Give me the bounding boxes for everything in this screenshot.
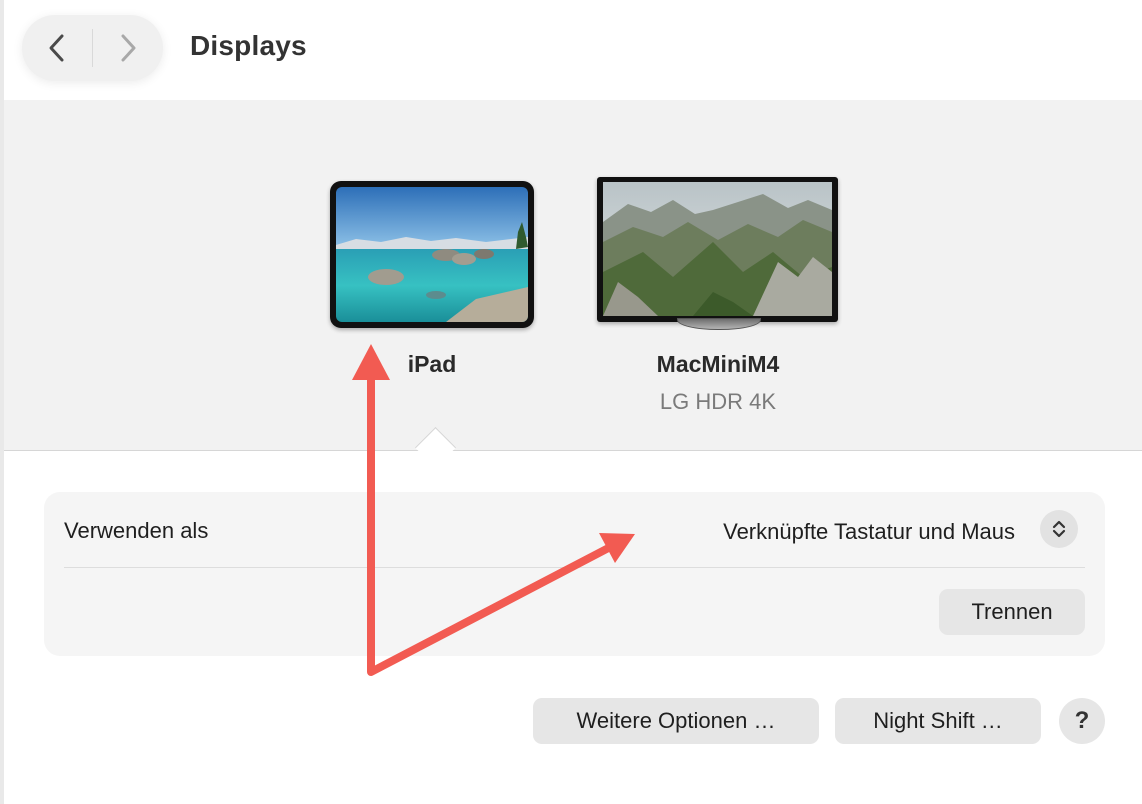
night-shift-button[interactable]: Night Shift … [835, 698, 1041, 744]
use-as-popup-button[interactable] [1040, 510, 1078, 548]
display-settings-card: Verwenden als Verknüpfte Tastatur und Ma… [44, 492, 1105, 656]
display-arrangement-panel [4, 100, 1142, 469]
display-ipad-thumbnail[interactable] [330, 181, 534, 328]
more-options-button[interactable]: Weitere Optionen … [533, 698, 819, 744]
row-divider [64, 567, 1085, 568]
chevron-right-icon [121, 34, 136, 62]
selection-notch [414, 426, 457, 469]
forward-button[interactable] [93, 15, 163, 81]
use-as-label: Verwenden als [64, 518, 209, 543]
mountain-wallpaper-image [603, 182, 832, 316]
chevron-up-down-icon [1052, 520, 1066, 538]
lake-wallpaper-image [336, 187, 528, 322]
chevron-left-icon [49, 34, 64, 62]
monitor-wallpaper [603, 182, 832, 316]
help-button[interactable]: ? [1059, 698, 1105, 744]
page-title: Displays [190, 30, 307, 61]
navigation-buttons [22, 15, 163, 81]
use-as-value[interactable]: Verknüpfte Tastatur und Maus [723, 519, 1015, 545]
back-button[interactable] [22, 15, 92, 81]
disconnect-button[interactable]: Trennen [939, 589, 1085, 635]
ipad-wallpaper [336, 187, 528, 322]
display-subtitle-macminim4: LG HDR 4K [659, 389, 777, 414]
display-name-ipad[interactable]: iPad [360, 351, 504, 378]
displays-settings-window: Displays iPad MacMiniM4 LG HDR 4K Verwen… [0, 0, 1142, 804]
display-name-macminim4[interactable]: MacMiniM4 [618, 351, 818, 378]
display-macminim4-thumbnail[interactable] [597, 177, 838, 322]
